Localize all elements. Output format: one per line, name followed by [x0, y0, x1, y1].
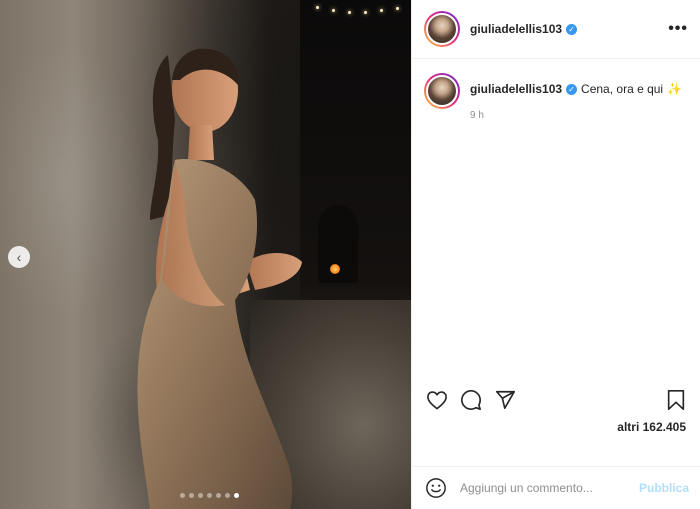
- share-button[interactable]: [492, 387, 518, 413]
- carousel-prev-button[interactable]: ‹: [8, 246, 30, 268]
- avatar: [426, 13, 458, 45]
- carousel-dot: [225, 493, 230, 498]
- carousel-dot: [216, 493, 221, 498]
- header-username[interactable]: giuliadelellis103: [470, 22, 562, 36]
- caption-body: giuliadelellis103 ✓ Cena, ora e qui ✨ 9 h: [470, 82, 682, 123]
- post-actions: [412, 385, 700, 415]
- heart-icon: [427, 391, 447, 410]
- post-caption: giuliadelellis103 ✓ Cena, ora e qui ✨ 9 h: [412, 59, 700, 123]
- avatar-story-ring[interactable]: [424, 11, 460, 47]
- save-button[interactable]: [663, 387, 689, 413]
- verified-badge-icon: ✓: [566, 23, 578, 35]
- photo-figure: [137, 48, 302, 509]
- caption-text: Cena, ora e qui: [581, 82, 664, 96]
- bookmark-icon: [667, 390, 685, 410]
- publish-button[interactable]: Pubblica: [639, 481, 689, 495]
- comment-bar: Pubblica: [412, 466, 700, 509]
- post-sidebar: giuliadelellis103 ✓ ••• giuliadelellis10…: [411, 0, 700, 509]
- carousel-indicator: [180, 493, 239, 498]
- send-icon: [495, 390, 515, 410]
- instagram-post: ‹ giuliadelellis103 ✓ ••• giuliadelellis…: [0, 0, 700, 509]
- post-timestamp[interactable]: 9 h: [470, 108, 682, 123]
- caption-avatar-ring[interactable]: [424, 73, 460, 109]
- carousel-dot: [207, 493, 212, 498]
- likes-count[interactable]: altri 162.405: [617, 420, 686, 434]
- chevron-left-icon: ‹: [16, 249, 22, 265]
- carousel-dot: [234, 493, 239, 498]
- caption-username[interactable]: giuliadelellis103: [470, 82, 562, 96]
- carousel-dot: [189, 493, 194, 498]
- emoji-picker-button[interactable]: [424, 476, 448, 500]
- carousel-dot: [198, 493, 203, 498]
- caption-avatar: [426, 75, 458, 107]
- carousel-dot: [180, 493, 185, 498]
- post-header: giuliadelellis103 ✓ •••: [412, 0, 700, 59]
- more-options-icon[interactable]: •••: [668, 20, 688, 38]
- like-button[interactable]: [424, 387, 450, 413]
- caption-verified-badge-icon: ✓: [566, 84, 578, 96]
- post-photo[interactable]: ‹: [0, 0, 411, 509]
- smiley-icon: [426, 478, 446, 498]
- sparkles-emoji-icon: ✨: [667, 82, 683, 96]
- comment-icon: [461, 390, 481, 410]
- comment-button[interactable]: [458, 387, 484, 413]
- comment-input[interactable]: [460, 481, 630, 495]
